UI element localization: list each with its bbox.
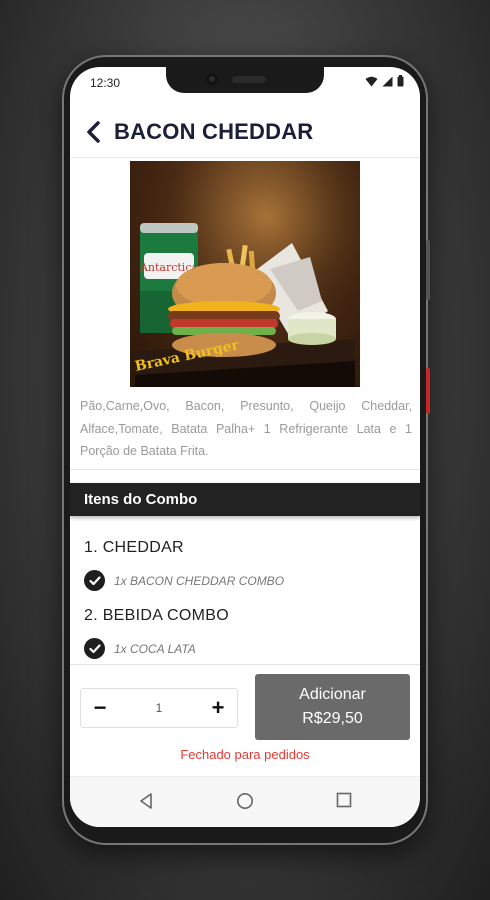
increase-quantity-button[interactable]: + <box>199 689 237 727</box>
page-title: BACON CHEDDAR <box>114 119 314 144</box>
divider <box>70 664 420 665</box>
nav-back-icon[interactable] <box>138 792 154 810</box>
signal-icon <box>382 76 393 86</box>
nav-recents-icon[interactable] <box>336 792 352 808</box>
notch <box>166 67 324 93</box>
power-button <box>426 368 430 414</box>
decrease-quantity-button[interactable]: − <box>81 689 119 727</box>
add-to-cart-button[interactable]: Adicionar R$29,50 <box>255 674 410 740</box>
wifi-icon <box>365 76 378 86</box>
combo-group-title: 2. BEBIDA COMBO <box>84 607 229 624</box>
product-description: Pão,Carne,Ovo, Bacon, Presunto, Queijo C… <box>80 399 412 458</box>
combo-item-label: 1x BACON CHEDDAR COMBO <box>114 573 285 588</box>
phone-screen: 12:30 BACON CHEDDAR Antarctica Brava Bur… <box>70 67 420 827</box>
combo-item-label: 1x COCA LATA <box>114 641 196 656</box>
quantity-value: 1 <box>155 701 163 715</box>
combo-item[interactable]: 1x BACON CHEDDAR COMBO <box>84 570 284 591</box>
nav-home-icon[interactable] <box>236 792 254 810</box>
combo-group-title: 1. CHEDDAR <box>84 539 184 556</box>
add-button-price: R$29,50 <box>302 710 363 727</box>
system-nav-bar <box>70 776 420 827</box>
product-photo: Antarctica Brava Burger <box>130 161 360 387</box>
app-header: BACON CHEDDAR <box>70 107 420 158</box>
combo-section-header: Itens do Combo <box>70 483 420 516</box>
closed-message: Fechado para pedidos <box>180 747 310 762</box>
earpiece-speaker <box>232 76 266 83</box>
add-button-label: Adicionar <box>299 686 366 703</box>
divider <box>70 469 420 470</box>
back-arrow-icon[interactable] <box>86 119 108 145</box>
status-time: 12:30 <box>90 76 121 90</box>
battery-icon <box>397 75 404 87</box>
front-camera <box>206 73 218 85</box>
check-circle-icon[interactable] <box>84 570 105 591</box>
quantity-stepper: − 1 + <box>80 688 238 728</box>
combo-item[interactable]: 1x COCA LATA <box>84 638 196 659</box>
combo-section-title: Itens do Combo <box>84 491 198 508</box>
check-circle-icon[interactable] <box>84 638 105 659</box>
volume-button <box>426 240 430 300</box>
